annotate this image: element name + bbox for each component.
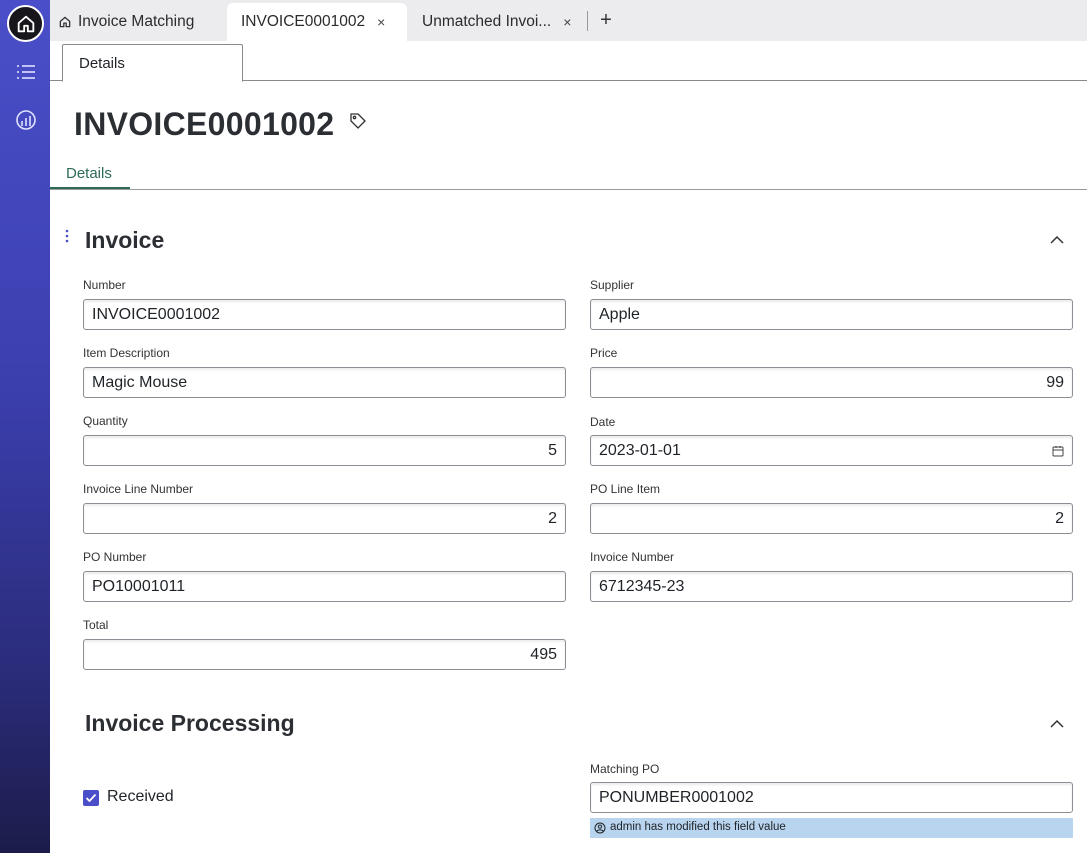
subtab-details[interactable]: Details — [62, 44, 243, 82]
price-label: Price — [590, 346, 618, 360]
modified-notice-text: admin has modified this field value — [610, 821, 786, 833]
analytics-icon[interactable] — [14, 108, 38, 132]
tab-strip: Invoice Matching INVOICE0001002 × Unmatc… — [50, 0, 1087, 41]
matching-po-label: Matching PO — [590, 762, 660, 776]
price-field[interactable]: 99 — [590, 367, 1073, 398]
po-number-label: PO Number — [83, 550, 147, 564]
check-icon — [85, 793, 97, 803]
date-label: Date — [590, 415, 616, 429]
total-label: Total — [83, 618, 109, 632]
tab-label: Unmatched Invoi... — [422, 13, 552, 30]
tab-divider — [587, 11, 588, 31]
supplier-label: Supplier — [590, 278, 635, 292]
total-field[interactable]: 495 — [83, 639, 566, 670]
home-icon[interactable] — [7, 5, 44, 42]
drag-handle-icon[interactable] — [64, 229, 70, 243]
supplier-field[interactable]: Apple — [590, 299, 1073, 330]
close-icon[interactable]: × — [377, 14, 385, 30]
po-line-item-field[interactable]: 2 — [590, 503, 1073, 534]
modified-notice: admin has modified this field value — [590, 818, 1073, 838]
record-title: INVOICE0001002 — [74, 106, 335, 142]
number-label: Number — [83, 278, 126, 292]
list-icon[interactable] — [14, 60, 38, 84]
po-line-item-label: PO Line Item — [590, 482, 661, 496]
chevron-up-icon[interactable] — [1049, 232, 1065, 244]
tab-invoice-matching[interactable]: Invoice Matching — [58, 3, 228, 41]
date-value: 2023-01-01 — [599, 442, 681, 459]
section-title-invoice: Invoice — [85, 227, 165, 253]
invoice-line-number-label: Invoice Line Number — [83, 482, 194, 496]
quantity-label: Quantity — [83, 414, 128, 428]
user-edit-icon — [594, 822, 606, 834]
left-rail — [0, 0, 50, 853]
matching-po-field[interactable]: PONUMBER0001002 — [590, 782, 1073, 813]
form-tab-details[interactable]: Details — [50, 159, 130, 189]
subtab-row: Details — [50, 41, 1087, 82]
divider — [50, 189, 1087, 190]
invoice-number-label: Invoice Number — [590, 550, 675, 564]
quantity-field[interactable]: 5 — [83, 435, 566, 466]
item-description-field[interactable]: Magic Mouse — [83, 367, 566, 398]
invoice-line-number-field[interactable]: 2 — [83, 503, 566, 534]
tab-invoice-record[interactable]: INVOICE0001002 × — [227, 3, 407, 41]
tab-label: INVOICE0001002 — [241, 13, 366, 30]
item-description-label: Item Description — [83, 346, 170, 360]
received-label: Received — [107, 788, 174, 805]
date-field[interactable]: 2023-01-01 — [590, 435, 1073, 466]
add-tab-icon[interactable]: + — [596, 8, 616, 32]
section-title-invoice-processing: Invoice Processing — [85, 710, 295, 736]
tab-unmatched-invoices[interactable]: Unmatched Invoi... × — [422, 3, 582, 41]
tab-label: Invoice Matching — [78, 13, 195, 30]
tag-icon[interactable] — [349, 112, 367, 130]
home-icon — [59, 16, 71, 28]
number-field[interactable]: INVOICE0001002 — [83, 299, 566, 330]
close-icon[interactable]: × — [563, 14, 571, 30]
calendar-icon[interactable] — [1052, 444, 1064, 457]
chevron-up-icon[interactable] — [1049, 716, 1065, 728]
invoice-number-field[interactable]: 6712345-23 — [590, 571, 1073, 602]
received-checkbox[interactable] — [83, 790, 99, 806]
po-number-field[interactable]: PO10001011 — [83, 571, 566, 602]
